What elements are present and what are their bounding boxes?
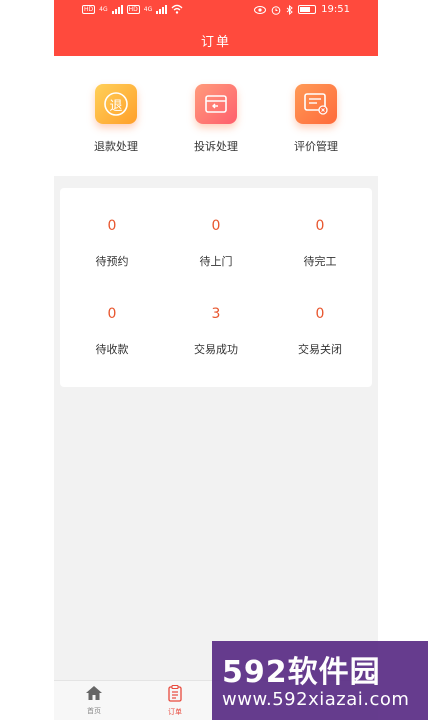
wifi-icon	[171, 4, 183, 14]
alarm-icon	[271, 5, 281, 15]
tab-home[interactable]: 首页	[64, 685, 124, 716]
refund-button[interactable]: 退 退款处理	[71, 84, 161, 154]
watermark-url: www.592xiazai.com	[222, 689, 410, 710]
review-button[interactable]: 评价管理	[271, 84, 361, 154]
status-bar: HD 4G HD 4G 19:51	[54, 0, 378, 22]
quick-actions: 退 退款处理 投诉处理 评价管理	[54, 56, 378, 176]
header: HD 4G HD 4G 19:51 订单	[54, 0, 378, 56]
app-screen: HD 4G HD 4G 19:51 订单 退 退款处理 投诉处理 评价管理 0 …	[54, 0, 378, 720]
stat-pending-completion[interactable]: 0 待完工	[268, 218, 372, 269]
battery-icon	[298, 5, 317, 14]
page-title: 订单	[200, 35, 231, 50]
network-type: 4G	[99, 5, 108, 13]
home-icon	[86, 686, 102, 700]
bluetooth-icon	[286, 4, 293, 15]
stat-label: 交易成功	[194, 343, 238, 356]
stat-value: 3	[211, 306, 221, 322]
stat-label: 待收款	[95, 343, 129, 356]
stat-value: 0	[107, 218, 117, 234]
order-icon	[168, 684, 182, 702]
watermark: 592软件园 www.592xiazai.com	[212, 641, 428, 720]
stat-label: 交易关闭	[298, 343, 342, 356]
refund-icon-text: 退	[109, 98, 123, 114]
stat-label: 待预约	[95, 255, 129, 268]
order-stats-card: 0 待预约 0 待上门 0 待完工 0 待收款 3 交易成功 0 交易关闭	[60, 188, 372, 387]
network-type: 4G	[143, 5, 153, 13]
status-time: 19:51	[321, 4, 350, 15]
status-right: 19:51	[254, 4, 350, 15]
stat-value: 0	[315, 218, 325, 234]
review-label: 评价管理	[294, 140, 338, 153]
stat-value: 0	[315, 306, 325, 322]
hd-badge: HD	[82, 4, 96, 14]
stat-pending-payment[interactable]: 0 待收款	[60, 306, 164, 357]
stat-value: 0	[211, 218, 221, 234]
status-left: HD 4G HD 4G	[82, 4, 183, 14]
stat-value: 0	[107, 306, 117, 322]
signal-icon	[156, 4, 168, 14]
tab-label: 订单	[168, 708, 182, 716]
tab-label: 首页	[87, 707, 101, 715]
stat-label: 待上门	[199, 255, 233, 268]
stat-pending-appointment[interactable]: 0 待预约	[60, 218, 164, 269]
signal-icon	[111, 4, 123, 14]
stat-label: 待完工	[303, 255, 337, 268]
watermark-title: 592软件园	[222, 655, 381, 690]
hd-badge: HD	[126, 4, 140, 14]
complaint-icon	[195, 84, 237, 124]
complaint-label: 投诉处理	[194, 140, 238, 153]
complaint-button[interactable]: 投诉处理	[171, 84, 261, 154]
stat-successful[interactable]: 3 交易成功	[164, 306, 268, 357]
refund-icon: 退	[95, 84, 137, 124]
review-icon	[295, 84, 337, 124]
tab-orders[interactable]: 订单	[145, 684, 205, 717]
eye-icon	[254, 5, 267, 14]
stat-pending-visit[interactable]: 0 待上门	[164, 218, 268, 269]
refund-label: 退款处理	[94, 140, 138, 153]
stat-closed[interactable]: 0 交易关闭	[268, 306, 372, 357]
